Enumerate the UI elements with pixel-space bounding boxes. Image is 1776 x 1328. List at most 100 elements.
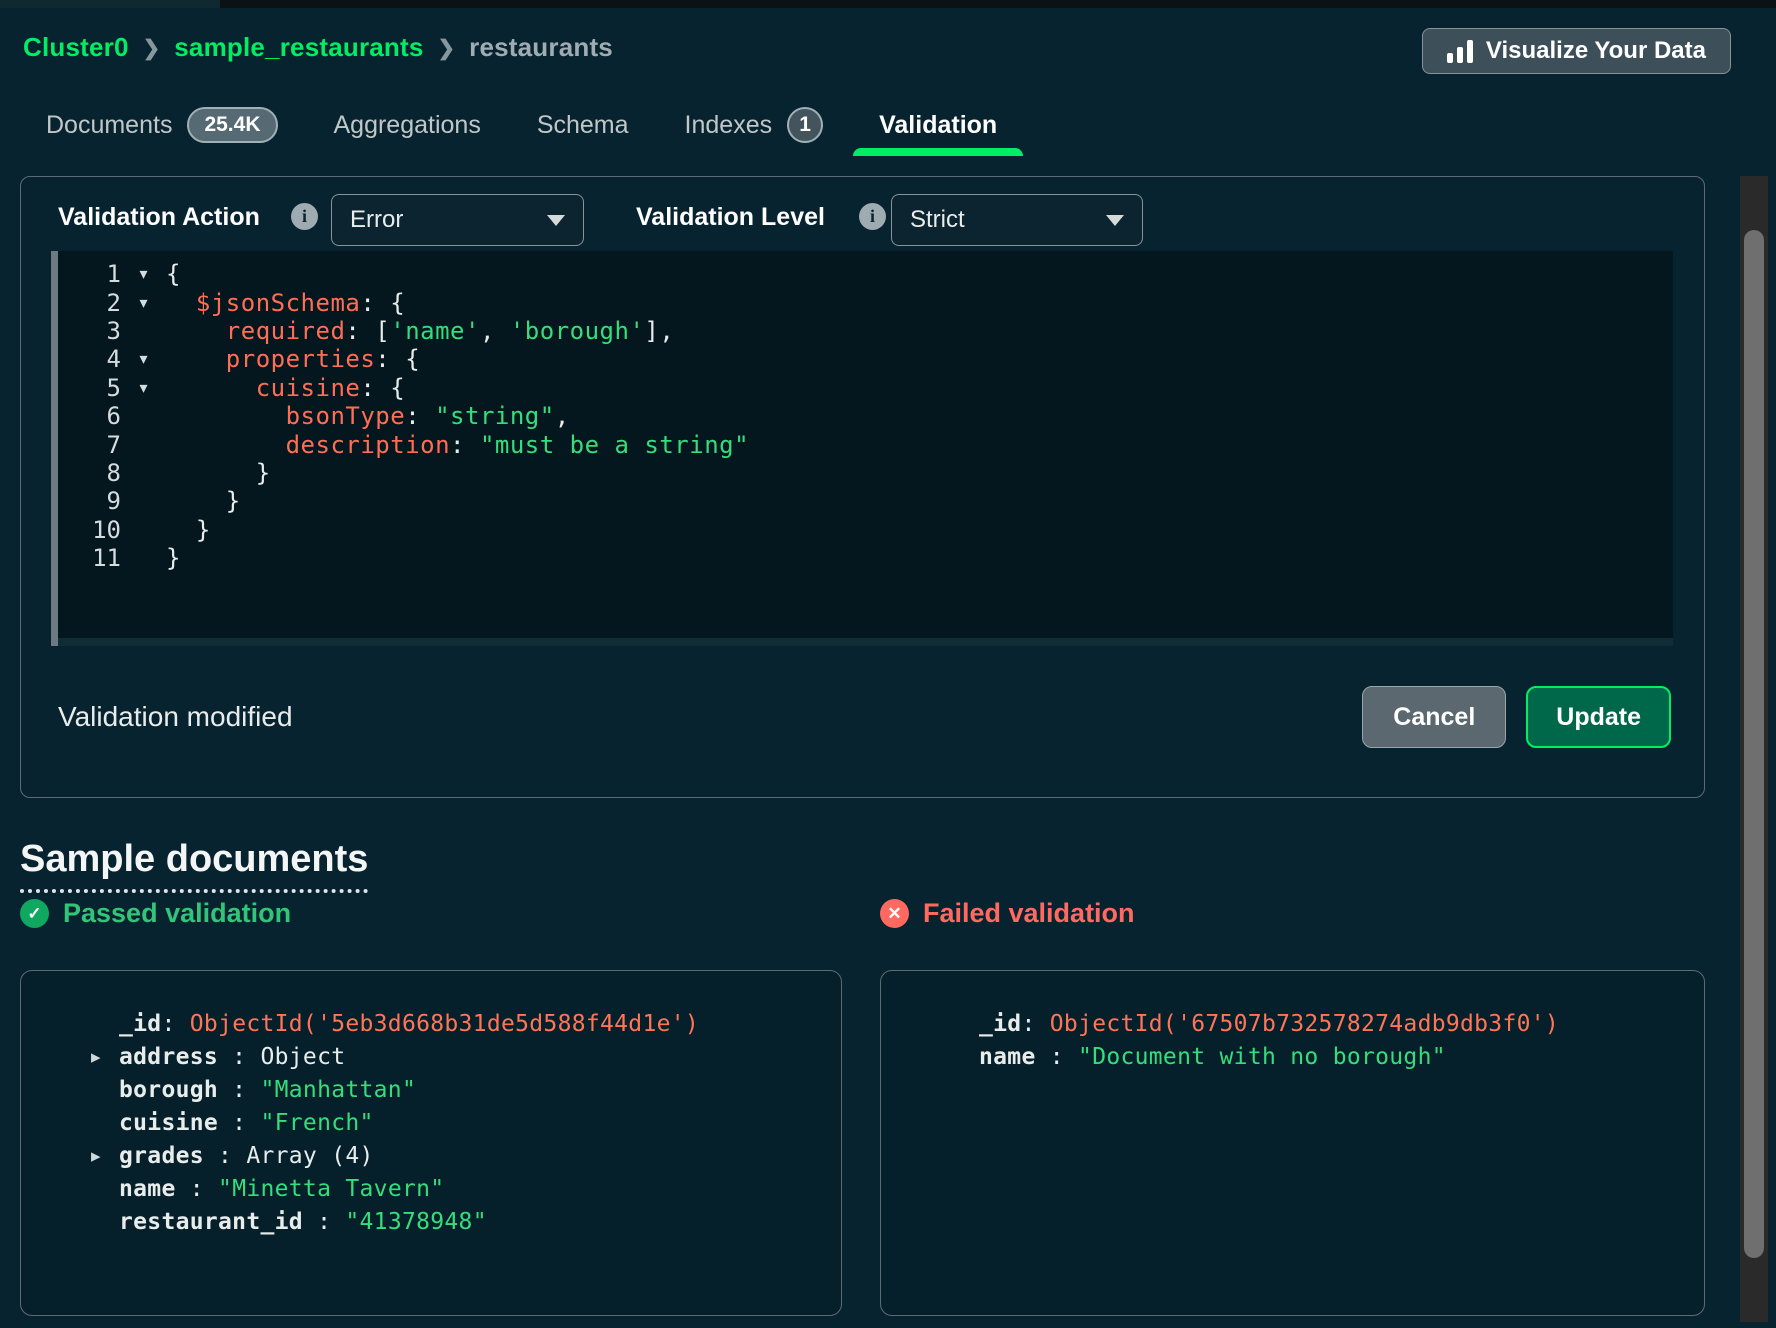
code-segment-key: properties [226, 345, 376, 373]
field-value: "Minetta Tavern" [218, 1176, 444, 1202]
validation-action-select[interactable]: Error [331, 194, 584, 246]
field-value: ObjectId('67507b732578274adb9db3f0') [1050, 1011, 1559, 1037]
code-segment-punct [166, 431, 286, 459]
x-circle-icon: ✕ [880, 899, 909, 928]
cancel-button[interactable]: Cancel [1362, 686, 1506, 748]
caret-down-icon[interactable]: ▾ [121, 264, 166, 284]
line-number: 5 [51, 374, 121, 402]
document-field-row: restaurant_id : "41378948" [21, 1205, 841, 1238]
failed-validation-header: ✕ Failed validation [880, 898, 1135, 929]
tab-documents[interactable]: Documents25.4K [46, 94, 278, 156]
line-number: 10 [51, 516, 121, 544]
code-segment-punct: } [166, 516, 211, 544]
validation-action-value: Error [350, 206, 533, 234]
field-key: restaurant_id [119, 1209, 303, 1235]
info-icon[interactable]: i [859, 203, 886, 230]
code-segment-punct: : [405, 402, 435, 430]
code-segment-punct [166, 374, 256, 402]
code-segment-punct [166, 317, 226, 345]
tab-label: Aggregations [334, 111, 481, 140]
code-line: 10 } [51, 516, 1673, 544]
document-field-row: ▸address : Object [21, 1040, 841, 1073]
code-line: 4▾ properties: { [51, 345, 1673, 373]
code-segment-punct [166, 402, 286, 430]
page: Cluster0 ❯ sample_restaurants ❯ restaura… [0, 0, 1776, 1328]
field-key: _id [119, 1011, 161, 1037]
field-separator: : [218, 1044, 260, 1070]
sample-documents-heading: Sample documents [20, 838, 368, 893]
code-line: 11} [51, 544, 1673, 572]
breadcrumb-database[interactable]: sample_restaurants [174, 32, 423, 63]
line-number: 9 [51, 487, 121, 515]
code-segment-punct: { [166, 260, 181, 288]
field-separator: : [1036, 1044, 1078, 1070]
field-key: _id [979, 1011, 1021, 1037]
document-field-row: _id: ObjectId('67507b732578274adb9db3f0'… [881, 1007, 1704, 1040]
caret-down-icon[interactable]: ▾ [121, 378, 166, 398]
info-icon[interactable]: i [291, 203, 318, 230]
code-segment-punct: } [166, 459, 271, 487]
field-value: Object [260, 1044, 345, 1070]
caret-right-icon[interactable]: ▸ [91, 1046, 119, 1068]
code-segment-punct: : { [360, 289, 405, 317]
caret-down-icon[interactable]: ▾ [121, 349, 166, 369]
chevron-down-icon [547, 215, 565, 226]
line-number: 6 [51, 402, 121, 430]
code-segment-punct [166, 289, 196, 317]
code-text: { [166, 260, 181, 288]
code-line: 1▾{ [51, 260, 1673, 288]
tab-aggregations[interactable]: Aggregations [334, 94, 481, 156]
field-separator: : [204, 1143, 246, 1169]
code-text: } [166, 459, 271, 487]
field-key: grades [119, 1143, 204, 1169]
caret-down-icon[interactable]: ▾ [121, 293, 166, 313]
schema-editor[interactable]: 1▾{2▾ $jsonSchema: {3 required: ['name',… [51, 251, 1673, 646]
field-separator: : [176, 1176, 218, 1202]
scrollbar-thumb[interactable] [1744, 230, 1764, 1258]
line-number: 4 [51, 345, 121, 373]
tab-validation[interactable]: Validation [853, 94, 1023, 156]
collection-tabs: Documents25.4K Aggregations Schema Indexes 1… [46, 94, 997, 156]
code-segment-punct: : { [375, 345, 420, 373]
line-number: 3 [51, 317, 121, 345]
tab-label: Validation [879, 111, 997, 140]
document-field-row: ▸grades : Array (4) [21, 1139, 841, 1172]
failed-validation-label: Failed validation [923, 898, 1135, 929]
sample-documents-title: Sample documents [20, 838, 368, 893]
code-line: 9 } [51, 487, 1673, 515]
code-text: } [166, 487, 241, 515]
code-text: properties: { [166, 345, 420, 373]
document-field-row: _id: ObjectId('5eb3d668b31de5d588f44d1e'… [21, 1007, 841, 1040]
visualize-button-label: Visualize Your Data [1486, 37, 1706, 65]
tab-badge: 1 [787, 107, 823, 143]
line-number: 1 [51, 260, 121, 288]
window-chrome-strip [0, 0, 1776, 8]
visualize-your-data-button[interactable]: Visualize Your Data [1422, 28, 1731, 74]
field-key: borough [119, 1077, 218, 1103]
passed-document-card: _id: ObjectId('5eb3d668b31de5d588f44d1e'… [20, 970, 842, 1316]
scrollbar-track[interactable] [1740, 176, 1768, 1322]
code-segment-str: "must be a string" [480, 431, 749, 459]
update-button[interactable]: Update [1526, 686, 1671, 748]
validation-level-value: Strict [910, 206, 1092, 234]
field-separator: : [218, 1077, 260, 1103]
document-field-row: borough : "Manhattan" [21, 1073, 841, 1106]
tab-indexes[interactable]: Indexes 1 [685, 94, 824, 156]
field-key: address [119, 1044, 218, 1070]
chevron-down-icon [1106, 215, 1124, 226]
caret-right-icon[interactable]: ▸ [91, 1145, 119, 1167]
tab-label: Indexes [685, 111, 773, 140]
code-segment-punct: } [166, 487, 241, 515]
field-value: "French" [260, 1110, 373, 1136]
document-field-row: name : "Minetta Tavern" [21, 1172, 841, 1205]
check-circle-icon: ✓ [20, 899, 49, 928]
validation-modified-text: Validation modified [58, 701, 1362, 733]
tab-badge: 25.4K [187, 107, 277, 143]
breadcrumb-cluster[interactable]: Cluster0 [23, 32, 129, 63]
validation-level-select[interactable]: Strict [891, 194, 1143, 246]
code-segment-str: 'name' [390, 317, 480, 345]
code-segment-punct: : [ [345, 317, 390, 345]
code-segment-punct: : { [360, 374, 405, 402]
tab-schema[interactable]: Schema [537, 94, 629, 156]
code-line: 6 bsonType: "string", [51, 402, 1673, 430]
